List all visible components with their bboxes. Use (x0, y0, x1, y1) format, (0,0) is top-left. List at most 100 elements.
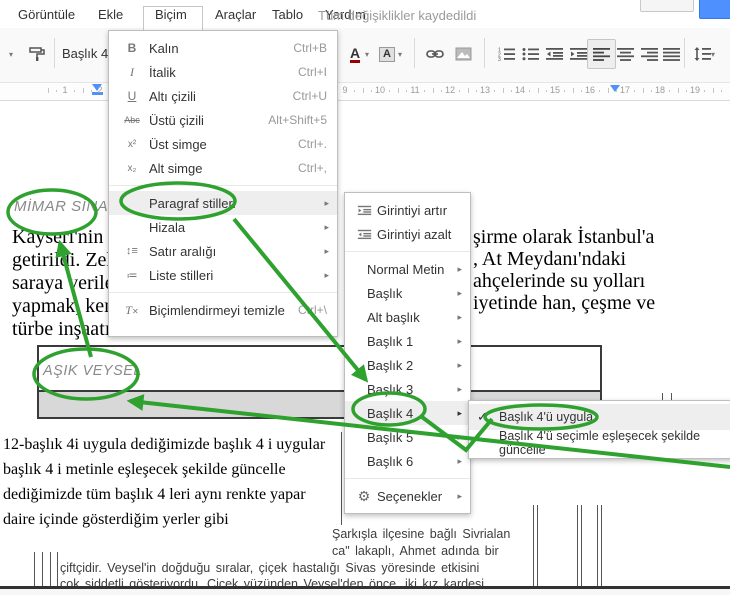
decrease-indent-icon[interactable] (543, 43, 565, 65)
menu-item-label: Üst simge (149, 136, 207, 152)
line-spacing-icon: ↕≡ (126, 245, 138, 257)
submenu-arrow-icon: ▸ (324, 221, 329, 232)
menu-bicim[interactable]: Biçim (155, 7, 187, 22)
bold-icon: B (127, 41, 137, 55)
menu-item-baslik-4[interactable]: Başlık 4 ▸ (345, 401, 470, 425)
app-window: MİMAR SİNAN Kayseri'nin getirildi. Zel s… (0, 0, 730, 595)
ruler-tick (82, 88, 84, 93)
ruler-number: 16 (584, 85, 596, 95)
clear-format-icon: T✕ (125, 302, 139, 317)
menu-goruntule[interactable]: Görüntüle (18, 7, 75, 22)
menu-item-baslik4-uygula[interactable]: ✓ Başlık 4'ü uygula (469, 404, 730, 430)
ruler-number: 2 (97, 85, 103, 95)
menu-item-ust-simge[interactable]: x² Üst simge Ctrl+. (109, 132, 337, 156)
menu-item-baslik4-guncelle[interactable]: Başlık 4'ü seçimle eşleşecek şekilde gün… (469, 429, 730, 457)
menu-item-satir-araligi[interactable]: ↕≡ Satır aralığı ▸ (109, 239, 337, 263)
menu-item-label: İtalik (149, 64, 176, 80)
ruler-tick (651, 90, 653, 92)
doc-paragraph-line: yapmak, ker (12, 295, 111, 317)
insert-link-icon[interactable] (424, 43, 446, 65)
doc-paragraph-line: başlık 4 i metinle eşleşecek şekilde gün… (3, 461, 286, 478)
menubar: Görüntüle Ekle Biçim Araçlar Tablo Yardı… (0, 0, 730, 31)
list-icon: ≔ (126, 269, 138, 282)
menu-item-alt-baslik[interactable]: Alt başlık ▸ (345, 305, 470, 329)
menu-ekle[interactable]: Ekle (98, 7, 123, 22)
menu-item-label: Girintiyi azalt (377, 226, 452, 242)
paragraph-style-selector[interactable]: Başlık 4 (62, 46, 108, 61)
comments-button[interactable] (640, 0, 694, 12)
align-right-icon[interactable] (638, 43, 660, 65)
menu-item-label: Başlık 4 (367, 405, 414, 421)
ruler-tick (581, 90, 583, 92)
format-menu: B Kalın Ctrl+B I İtalik Ctrl+I U Altı çi… (108, 30, 338, 337)
doc-paragraph-line: , At Meydanı'ndaki (473, 248, 627, 270)
table-border (34, 552, 35, 586)
paint-format-icon[interactable] (26, 43, 48, 65)
increase-indent-icon[interactable] (567, 43, 589, 65)
submenu-arrow-icon: ▸ (324, 197, 329, 208)
menu-araclar[interactable]: Araçlar (215, 7, 256, 22)
menu-shortcut: Ctrl+. (297, 137, 327, 151)
menu-shortcut: Ctrl+\ (297, 303, 327, 317)
align-left-icon[interactable] (590, 43, 612, 65)
insert-image-icon[interactable] (452, 43, 474, 65)
menu-item-girintiyi-azalt[interactable]: Girintiyi azalt (345, 222, 470, 246)
text-color-caret-icon[interactable]: ▾ (362, 43, 372, 65)
menu-item-secenekler[interactable]: ⚙ Seçenekler ▸ (345, 484, 470, 508)
menu-item-bicimlendirmeyi-temizle[interactable]: T✕ Biçimlendirmeyi temizle Ctrl+\ (109, 298, 337, 322)
ruler-number: 12 (444, 85, 456, 95)
menu-item-baslik-5[interactable]: Başlık 5 ▸ (345, 425, 470, 449)
table-border (577, 505, 578, 586)
menu-item-label: Başlık 4'ü uygula (499, 410, 594, 424)
menu-item-paragraf-stilleri[interactable]: Paragraf stilleri ▸ (109, 191, 337, 215)
share-button[interactable] (699, 0, 730, 19)
table-border (42, 552, 43, 586)
submenu-arrow-icon: ▸ (457, 335, 462, 346)
justify-icon[interactable] (660, 43, 682, 65)
menu-item-alt-simge[interactable]: x₂ Alt simge Ctrl+, (109, 156, 337, 180)
menu-item-baslik-1[interactable]: Başlık 1 ▸ (345, 329, 470, 353)
menu-separator (345, 478, 470, 479)
table-border (341, 432, 342, 525)
menu-item-baslik-2[interactable]: Başlık 2 ▸ (345, 353, 470, 377)
table-border (597, 505, 598, 586)
menu-item-girintiyi-artir[interactable]: Girintiyi artır (345, 198, 470, 222)
ruler-tick (572, 88, 574, 93)
ruler-tick (423, 90, 425, 92)
check-icon: ✓ (477, 409, 488, 424)
indent-less-icon (353, 229, 375, 240)
ruler-tick (677, 88, 679, 93)
more-tools-caret-icon[interactable]: ▾ (0, 43, 22, 65)
line-spacing-caret-icon[interactable]: ▾ (708, 43, 718, 65)
page-bottom-strip (0, 589, 730, 595)
menu-item-baslik[interactable]: Başlık ▸ (345, 281, 470, 305)
table-border (57, 552, 58, 586)
highlight-caret-icon[interactable]: ▾ (395, 43, 405, 65)
menu-item-baslik-6[interactable]: Başlık 6 ▸ (345, 449, 470, 473)
menu-item-normal-metin[interactable]: Normal Metin ▸ (345, 257, 470, 281)
doc-paragraph-line: ahçelerinde su yolları (473, 270, 646, 292)
ruler-tick (406, 90, 408, 92)
menu-item-label: Seçenekler (377, 488, 443, 504)
doc-paragraph-line: saraya verile (12, 272, 114, 294)
bulleted-list-icon[interactable] (519, 43, 541, 65)
menu-item-label: Girintiyi artır (377, 202, 448, 218)
ruler-tick (493, 90, 495, 92)
menu-item-label: Alt başlık (367, 309, 420, 325)
ruler-tick (353, 90, 355, 92)
menu-item-italik[interactable]: I İtalik Ctrl+I (109, 60, 337, 84)
menu-item-liste-stilleri[interactable]: ≔ Liste stilleri ▸ (109, 263, 337, 287)
menu-tablo[interactable]: Tablo (272, 7, 303, 22)
submenu-arrow-icon: ▸ (457, 490, 462, 501)
menu-item-hizala[interactable]: Hizala ▸ (109, 215, 337, 239)
menu-item-label: Başlık 5 (367, 429, 414, 445)
align-center-icon[interactable] (614, 43, 636, 65)
numbered-list-icon[interactable]: 123 (495, 43, 517, 65)
menu-item-kalin[interactable]: B Kalın Ctrl+B (109, 36, 337, 60)
menu-item-ustu-cizili[interactable]: Abc Üstü çizili Alt+Shift+5 (109, 108, 337, 132)
table-border (537, 505, 538, 586)
menu-item-baslik-3[interactable]: Başlık 3 ▸ (345, 377, 470, 401)
svg-text:3: 3 (498, 57, 501, 61)
menu-item-alti-cizili[interactable]: U Altı çizili Ctrl+U (109, 84, 337, 108)
right-margin-marker[interactable] (610, 85, 620, 92)
